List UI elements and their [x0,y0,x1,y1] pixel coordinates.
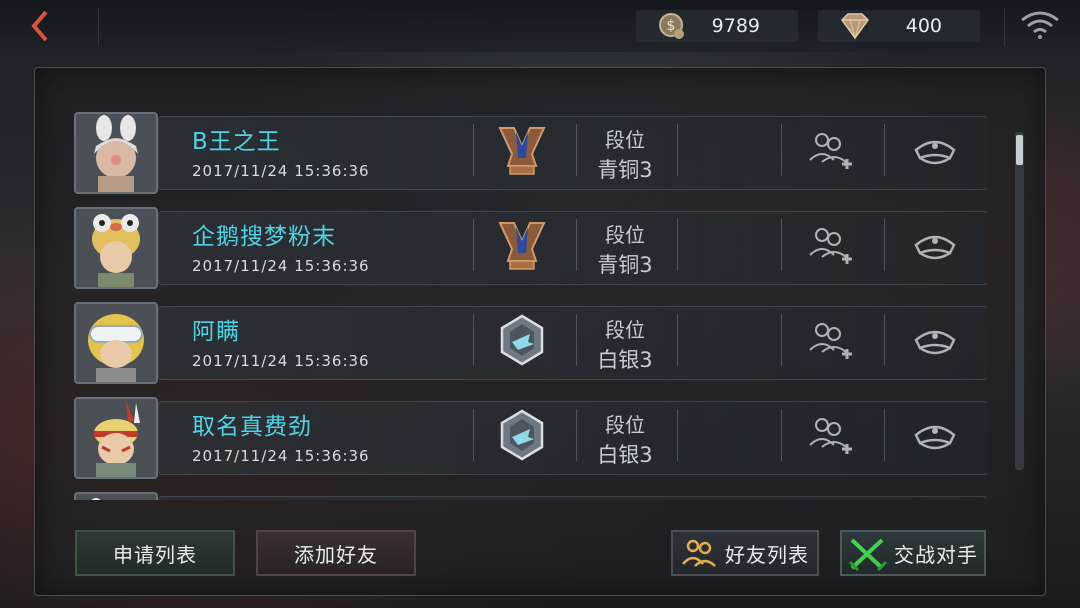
player-name: 阿瞒 [192,319,240,345]
scrollbar-thumb[interactable] [1016,135,1023,165]
wifi-icon [1021,11,1059,39]
list-item: 企鹅搜梦粉末 2017/11/24 15:36:36 段位 青铜3 [74,207,987,289]
diamond-counter: 400 [818,10,980,42]
friend-list-label: 好友列表 [725,542,809,567]
rank-title: 段位 [605,128,645,152]
player-card [158,496,987,500]
divider [677,409,678,461]
rank-title: 段位 [605,318,645,342]
divider [781,409,782,461]
player-time: 2017/11/24 15:36:36 [192,162,370,180]
divider [677,124,678,176]
top-bar: $ 9789 400 [0,0,1080,52]
scrollbar[interactable] [1015,132,1024,470]
player-list[interactable]: B王之王 2017/11/24 15:36:36 段位 青铜3 企鹅搜梦粉末 2… [74,112,987,500]
rank-value: 青铜3 [597,158,653,182]
divider [884,409,885,461]
diamond-icon [841,13,869,40]
list-item: 取名真费劲 2017/11/24 15:36:36 段位 白银3 [74,397,987,479]
officer-cap-icon[interactable] [912,132,958,170]
silver-rank-icon [500,314,544,366]
battle-opponent-button[interactable]: 交战对手 [840,530,986,576]
apply-list-label: 申请列表 [113,542,197,567]
rank-value: 白银3 [597,348,653,372]
officer-cap-icon[interactable] [912,227,958,265]
bronze-rank-icon [498,127,546,175]
divider [884,124,885,176]
back-button[interactable] [22,6,82,48]
player-name: 取名真费劲 [192,414,312,440]
diamond-value: 400 [905,15,942,37]
add-friend-icon[interactable] [806,320,854,364]
divider [473,314,474,366]
avatar-icon [76,494,156,500]
top-divider [98,8,99,46]
rank-title: 段位 [605,223,645,247]
list-item: B王之王 2017/11/24 15:36:36 段位 青铜3 [74,112,987,194]
divider [677,219,678,271]
player-name: 企鹅搜梦粉末 [192,224,336,250]
player-name: B王之王 [192,129,281,155]
coin-value: 9789 [711,15,760,37]
top-divider [1004,8,1005,46]
officer-cap-icon[interactable] [912,417,958,455]
divider [781,219,782,271]
player-time: 2017/11/24 15:36:36 [192,257,370,275]
divider [677,314,678,366]
divider [473,409,474,461]
avatar[interactable] [74,112,158,194]
avatar-bunny-icon [76,114,156,192]
friends-icon [682,539,716,567]
player-time: 2017/11/24 15:36:36 [192,447,370,465]
add-friend-button[interactable]: 添加好友 [256,530,416,576]
add-friend-icon[interactable] [806,225,854,269]
avatar[interactable] [74,302,158,384]
avatar[interactable] [74,397,158,479]
divider [473,219,474,271]
list-item [74,492,987,500]
player-time: 2017/11/24 15:36:36 [192,352,370,370]
add-friend-label: 添加好友 [294,542,378,567]
list-item: 阿瞒 2017/11/24 15:36:36 段位 白银3 [74,302,987,384]
divider [473,124,474,176]
bronze-rank-icon [498,222,546,270]
avatar[interactable] [74,492,158,500]
avatar-feather-icon [76,399,156,477]
apply-list-button[interactable]: 申请列表 [75,530,235,576]
friend-list-button[interactable]: 好友列表 [671,530,819,576]
divider [884,219,885,271]
rank-value: 青铜3 [597,253,653,277]
svg-text:$: $ [667,18,676,34]
crossed-swords-icon [848,538,888,572]
divider [884,314,885,366]
battle-opponent-label: 交战对手 [894,542,978,567]
avatar-goggles-icon [76,304,156,382]
avatar-penguin-icon [76,209,156,287]
add-friend-icon[interactable] [806,415,854,459]
coin-icon: $ [659,13,684,39]
coin-counter: $ 9789 [636,10,798,42]
back-arrow-icon [31,10,48,42]
divider [781,314,782,366]
rank-value: 白银3 [597,443,653,467]
avatar[interactable] [74,207,158,289]
divider [781,124,782,176]
rank-title: 段位 [605,413,645,437]
add-friend-icon[interactable] [806,130,854,174]
silver-rank-icon [500,409,544,461]
officer-cap-icon[interactable] [912,322,958,360]
